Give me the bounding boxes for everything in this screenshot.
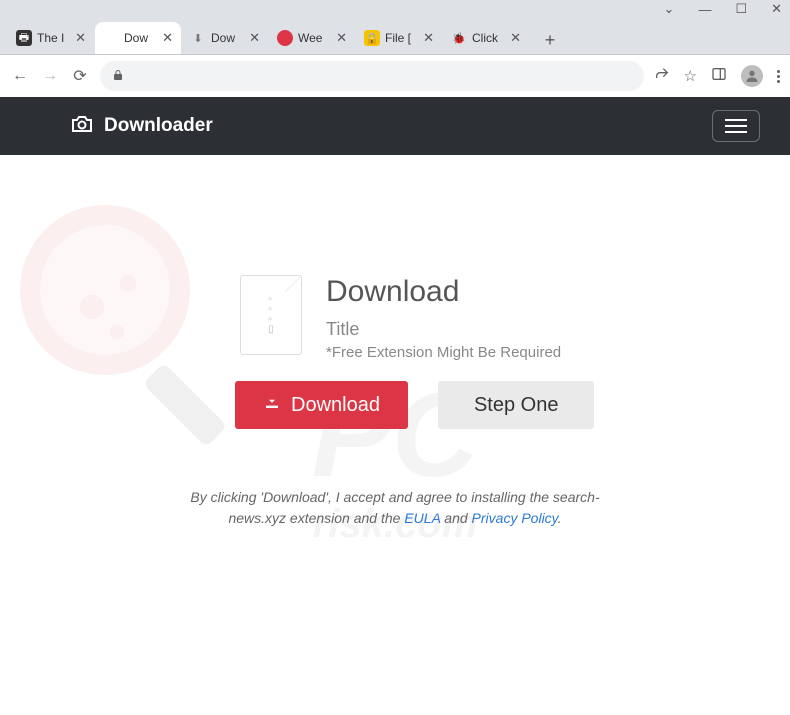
red-circle-icon [277,30,293,46]
eula-link[interactable]: EULA [404,510,440,526]
download-button-label: Download [291,394,380,417]
printer-icon: 🖶 [16,30,32,46]
hamburger-icon [725,119,747,133]
generic-icon [103,30,119,46]
window-maximize-button[interactable]: ☐ [735,1,747,17]
tab-0[interactable]: 🖶 The I ✕ [8,22,94,54]
magnifier-watermark-icon [20,205,240,425]
bookmark-star-icon[interactable]: ☆ [684,67,697,85]
tab-title: Dow [124,31,157,45]
brand-title: Downloader [104,115,213,137]
forward-button[interactable]: → [40,67,60,85]
ladybug-icon: 🐞 [451,30,467,46]
tab-title: Click [472,31,505,45]
profile-avatar[interactable] [741,65,763,87]
tab-close-button[interactable]: ✕ [75,30,86,46]
page-heading: Download [326,275,561,309]
file-title: Title [326,319,561,340]
tab-title: Dow [211,31,244,45]
lock-icon [112,69,124,84]
step-one-label: Step One [474,394,559,417]
tab-2[interactable]: ⬇ Dow ✕ [182,22,268,54]
tab-close-button[interactable]: ✕ [162,30,173,46]
new-tab-button[interactable]: + [536,26,564,54]
tab-title: Wee [298,31,331,45]
menu-dots-icon[interactable] [777,70,780,83]
address-bar[interactable] [100,61,644,91]
tab-close-button[interactable]: ✕ [423,30,434,46]
tab-title: The I [37,31,70,45]
window-close-button[interactable]: ✕ [771,1,782,17]
window-chevron-icon[interactable]: ⌄ [664,1,675,17]
zip-file-icon: ▫▫▫▯ [240,275,302,355]
lock-yellow-icon: 🔒 [364,30,380,46]
toolbar: ← → ⟳ ☆ [0,55,790,97]
download-icon: ⬇ [190,30,206,46]
disclaimer-and: and [440,510,471,526]
back-button[interactable]: ← [10,67,30,85]
tab-strip: 🖶 The I ✕ Dow ✕ ⬇ Dow ✕ Wee ✕ 🔒 File [ ✕… [0,18,790,54]
tab-close-button[interactable]: ✕ [510,30,521,46]
tab-4[interactable]: 🔒 File [ ✕ [356,22,442,54]
page-header: Downloader [0,97,790,155]
tab-title: File [ [385,31,418,45]
window-minimize-button[interactable]: — [698,2,711,17]
side-panel-icon[interactable] [711,66,727,86]
download-arrow-icon [263,393,281,417]
hamburger-menu-button[interactable] [712,110,760,142]
tab-close-button[interactable]: ✕ [336,30,347,46]
share-icon[interactable] [654,66,670,86]
tab-close-button[interactable]: ✕ [249,30,260,46]
reload-button[interactable]: ⟳ [70,66,90,86]
privacy-policy-link[interactable]: Privacy Policy [472,510,558,526]
camera-icon [70,112,94,141]
disclaimer-suffix: . [558,510,562,526]
extension-note: *Free Extension Might Be Required [326,344,561,361]
tab-1-active[interactable]: Dow ✕ [95,22,181,54]
tab-3[interactable]: Wee ✕ [269,22,355,54]
tab-5[interactable]: 🐞 Click ✕ [443,22,529,54]
disclaimer-text: By clicking 'Download', I accept and agr… [170,487,620,529]
step-one-button[interactable]: Step One [438,381,595,429]
download-button[interactable]: Download [235,381,408,429]
